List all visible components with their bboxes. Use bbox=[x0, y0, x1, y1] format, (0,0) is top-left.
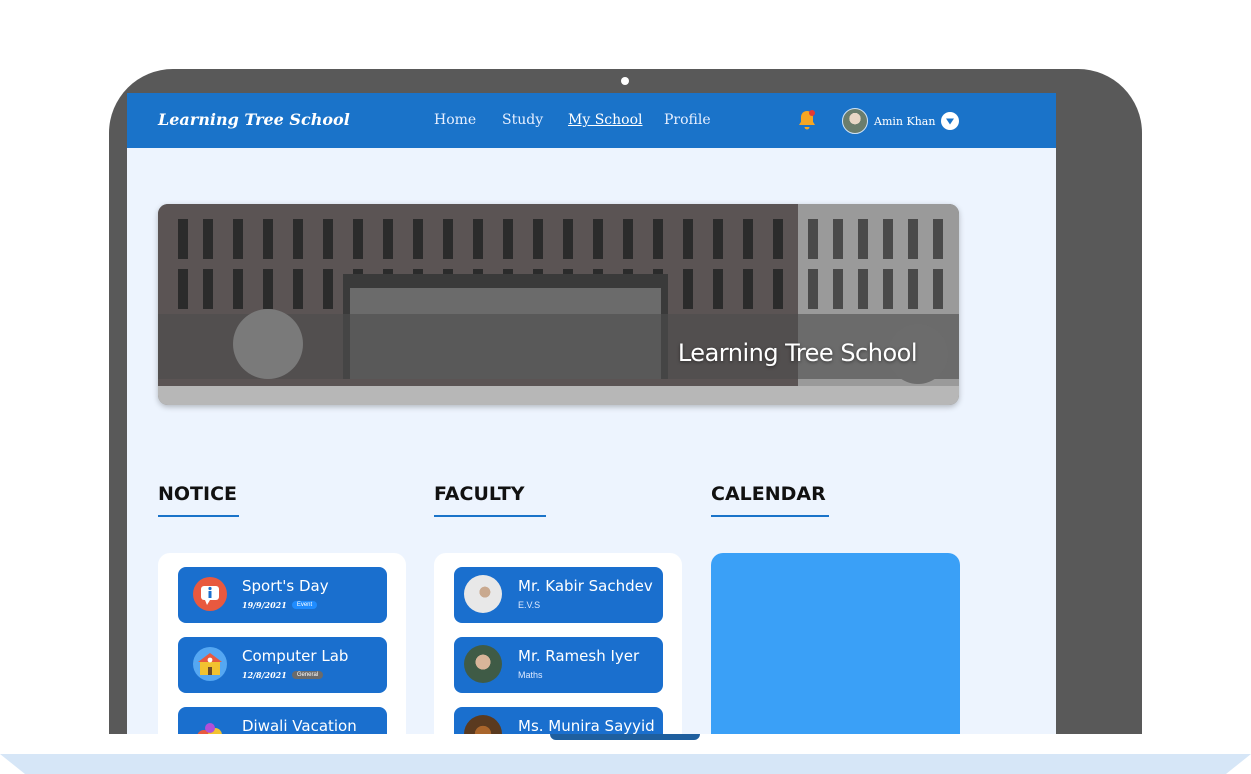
notice-panel: Sport's Day 19/9/2021 Event Computer Lab… bbox=[158, 553, 406, 734]
notice-item[interactable]: Diwali Vacation bbox=[178, 707, 387, 734]
nav-profile[interactable]: Profile bbox=[664, 112, 711, 128]
calendar-widget[interactable] bbox=[711, 553, 960, 734]
nav-home[interactable]: Home bbox=[434, 112, 476, 128]
faculty-heading: FACULTY bbox=[434, 483, 525, 505]
faculty-subject: Maths bbox=[518, 670, 543, 680]
hero-banner: Learning Tree School bbox=[158, 204, 959, 405]
notice-item[interactable]: Computer Lab 12/8/2021 General bbox=[178, 637, 387, 693]
avatar bbox=[464, 715, 502, 734]
info-icon bbox=[193, 577, 227, 611]
camera-dot bbox=[621, 77, 629, 85]
faculty-subject: E.V.S bbox=[518, 600, 541, 610]
faculty-item[interactable]: Mr. Kabir Sachdev E.V.S bbox=[454, 567, 663, 623]
hero-caption: Learning Tree School bbox=[677, 339, 918, 367]
notice-date: 12/8/2021 bbox=[242, 670, 287, 680]
faculty-name: Ms. Munira Sayyid bbox=[518, 717, 655, 734]
screen: Learning Tree School Home Study My Schoo… bbox=[127, 93, 1056, 734]
brand-logo[interactable]: Learning Tree School bbox=[158, 110, 350, 129]
user-name: Amin Khan bbox=[874, 114, 936, 128]
calendar-underline bbox=[711, 515, 829, 517]
avatar bbox=[464, 575, 502, 613]
school-icon bbox=[193, 647, 227, 681]
notice-item[interactable]: Sport's Day 19/9/2021 Event bbox=[178, 567, 387, 623]
faculty-underline bbox=[434, 515, 546, 517]
avatar bbox=[464, 645, 502, 683]
faculty-item[interactable]: Ms. Munira Sayyid bbox=[454, 707, 663, 734]
notice-underline bbox=[158, 515, 239, 517]
notice-title: Computer Lab bbox=[242, 647, 349, 665]
avatar bbox=[842, 108, 868, 134]
faculty-panel: Mr. Kabir Sachdev E.V.S Mr. Ramesh Iyer … bbox=[434, 553, 682, 734]
laptop-base-shadow bbox=[0, 754, 1251, 774]
user-menu[interactable]: Amin Khan bbox=[842, 108, 960, 134]
notice-date: 19/9/2021 bbox=[242, 600, 287, 610]
nav-my-school[interactable]: My School bbox=[568, 112, 642, 128]
school-building-image bbox=[158, 204, 959, 405]
notice-heading: NOTICE bbox=[158, 483, 238, 505]
bell-icon[interactable] bbox=[795, 108, 819, 132]
tag-badge: General bbox=[291, 671, 324, 679]
faculty-name: Mr. Kabir Sachdev bbox=[518, 577, 653, 595]
faculty-name: Mr. Ramesh Iyer bbox=[518, 647, 640, 665]
notice-title: Diwali Vacation bbox=[242, 717, 357, 734]
chevron-down-icon[interactable] bbox=[941, 112, 960, 130]
tag-badge: Event bbox=[291, 601, 318, 609]
nav-study[interactable]: Study bbox=[502, 112, 543, 128]
celebration-icon bbox=[193, 717, 227, 734]
faculty-item[interactable]: Mr. Ramesh Iyer Maths bbox=[454, 637, 663, 693]
laptop-notch bbox=[550, 734, 700, 740]
navbar: Learning Tree School Home Study My Schoo… bbox=[127, 93, 1056, 148]
calendar-heading: CALENDAR bbox=[711, 483, 826, 505]
notice-title: Sport's Day bbox=[242, 577, 329, 595]
